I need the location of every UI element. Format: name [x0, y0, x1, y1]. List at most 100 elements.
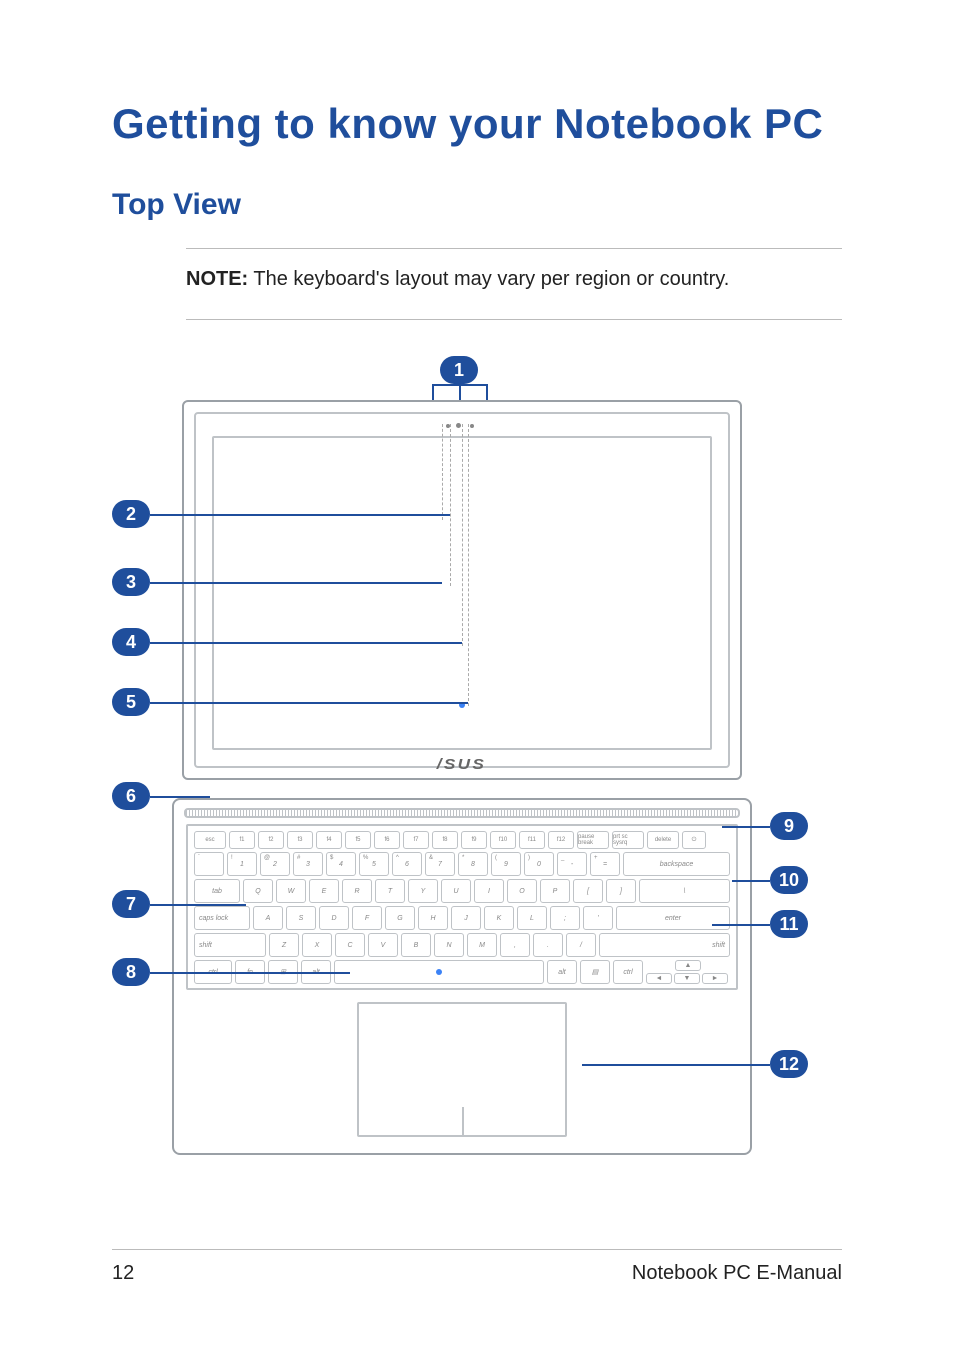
indicator-dot	[470, 424, 474, 428]
leader-line	[150, 514, 450, 516]
key-d: D	[319, 906, 349, 930]
key-7: &7	[425, 852, 455, 876]
leader-line	[486, 384, 488, 400]
key-f4: f4	[316, 831, 342, 849]
key-space	[334, 960, 544, 984]
divider	[112, 1249, 842, 1250]
keyboard-z-row: shift Z X C V B N M , . / shift	[194, 933, 730, 957]
key-delete: delete	[647, 831, 679, 849]
callout-1: 1	[440, 356, 478, 384]
key-a: A	[253, 906, 283, 930]
camera-dot	[456, 423, 461, 428]
key-f5: f5	[345, 831, 371, 849]
keyboard-a-row: caps lock A S D F G H J K L ; ' enter	[194, 906, 730, 930]
section-title: Top View	[0, 148, 954, 222]
arrow-cluster: ▲ ◄ ▼ ►	[646, 960, 730, 984]
key-1: !1	[227, 852, 257, 876]
keyboard: esc f1 f2 f3 f4 f5 f6 f7 f8 f9 f10 f11 f…	[186, 824, 738, 990]
key-slash: /	[566, 933, 596, 957]
callout-3: 3	[112, 568, 150, 596]
key-f6: f6	[374, 831, 400, 849]
leader-line	[459, 384, 461, 400]
key-w: W	[276, 879, 306, 903]
key-q: Q	[243, 879, 273, 903]
leader-dash	[450, 424, 451, 586]
key-n: N	[434, 933, 464, 957]
callout-12: 12	[770, 1050, 808, 1078]
key-4: $4	[326, 852, 356, 876]
key-rshift: shift	[599, 933, 730, 957]
key-rctrl: ctrl	[613, 960, 643, 984]
leader-dash	[468, 424, 469, 706]
key-backslash: \	[639, 879, 730, 903]
note-block: NOTE: The keyboard's layout may vary per…	[186, 265, 842, 293]
key-3: #3	[293, 852, 323, 876]
key-f11: f11	[519, 831, 545, 849]
leader-line	[712, 924, 770, 926]
key-ralt: alt	[547, 960, 577, 984]
key-r: R	[342, 879, 372, 903]
key-6: ^6	[392, 852, 422, 876]
key-lbracket: [	[573, 879, 603, 903]
key-l: L	[517, 906, 547, 930]
key-f12: f12	[548, 831, 574, 849]
key-t: T	[375, 879, 405, 903]
touchpad-button-divider	[462, 1107, 464, 1135]
key-tab: tab	[194, 879, 240, 903]
key-rbracket: ]	[606, 879, 636, 903]
key-2: @2	[260, 852, 290, 876]
callout-10: 10	[770, 866, 808, 894]
key-f7: f7	[403, 831, 429, 849]
key-c: C	[335, 933, 365, 957]
leader-line	[150, 702, 468, 704]
key-m: M	[467, 933, 497, 957]
key-i: I	[474, 879, 504, 903]
key-u: U	[441, 879, 471, 903]
divider	[186, 248, 842, 249]
page-number: 12	[112, 1262, 134, 1285]
key-f3: f3	[287, 831, 313, 849]
key-g: G	[385, 906, 415, 930]
key-grave: `	[194, 852, 224, 876]
key-period: .	[533, 933, 563, 957]
key-f1: f1	[229, 831, 255, 849]
laptop-body: esc f1 f2 f3 f4 f5 f6 f7 f8 f9 f10 f11 f…	[172, 798, 752, 1155]
keyboard-q-row: tab Q W E R T Y U I O P [ ] \	[194, 879, 730, 903]
note-label: NOTE:	[186, 268, 248, 290]
key-b: B	[401, 933, 431, 957]
key-minus: _-	[557, 852, 587, 876]
key-o: O	[507, 879, 537, 903]
key-f8: f8	[432, 831, 458, 849]
key-0: )0	[524, 852, 554, 876]
keyboard-fn-row: esc f1 f2 f3 f4 f5 f6 f7 f8 f9 f10 f11 f…	[194, 831, 730, 849]
divider	[186, 319, 842, 320]
brand-logo: /SUS	[437, 756, 486, 773]
callout-5: 5	[112, 688, 150, 716]
leader-dash	[462, 424, 463, 646]
key-h: H	[418, 906, 448, 930]
pointer-dot	[436, 969, 442, 975]
leader-line	[432, 384, 488, 386]
key-comma: ,	[500, 933, 530, 957]
callout-4: 4	[112, 628, 150, 656]
touchpad	[357, 1002, 567, 1137]
leader-line	[150, 582, 442, 584]
key-up: ▲	[675, 960, 701, 971]
key-y: Y	[408, 879, 438, 903]
laptop-diagram: 1 2 3 4 5 6 7 8 9 10 11 12	[112, 350, 812, 1190]
key-esc: esc	[194, 831, 226, 849]
page-footer: 12 Notebook PC E-Manual	[112, 1249, 842, 1285]
key-e: E	[309, 879, 339, 903]
key-menu: ▤	[580, 960, 610, 984]
callout-8: 8	[112, 958, 150, 986]
key-prtsc: prt sc sysrq	[612, 831, 644, 849]
key-9: (9	[491, 852, 521, 876]
callout-7: 7	[112, 890, 150, 918]
key-power: ⏻	[682, 831, 706, 849]
leader-line	[732, 880, 770, 882]
callout-9: 9	[770, 812, 808, 840]
key-enter: enter	[616, 906, 730, 930]
key-5: %5	[359, 852, 389, 876]
leader-line	[150, 642, 462, 644]
leader-line	[432, 384, 434, 400]
